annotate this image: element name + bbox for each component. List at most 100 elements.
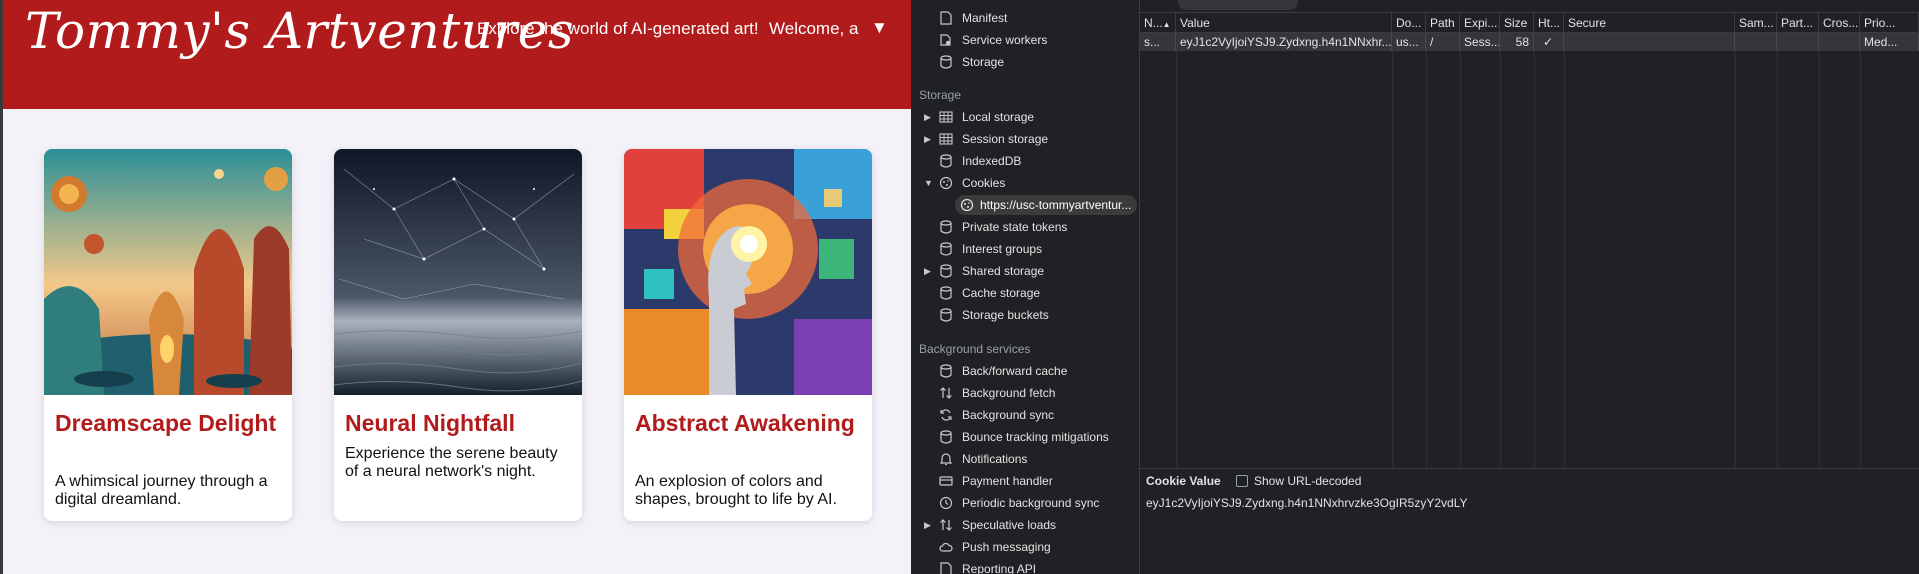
cookie-cell-domain[interactable]: us... <box>1392 33 1426 51</box>
updown-arrows-icon <box>938 385 954 401</box>
sidebar-item-label: Cookies <box>962 176 1006 190</box>
sidebar-item-speculative-loads[interactable]: ▶ Speculative loads <box>911 515 1139 535</box>
sidebar-item-label: Push messaging <box>962 540 1051 554</box>
card-description: A whimsical journey through a digital dr… <box>55 473 268 508</box>
sidebar-item-payment-handler[interactable]: Payment handler <box>911 471 1139 491</box>
column-header-path[interactable]: Path <box>1426 13 1460 33</box>
grid-icon <box>938 131 954 147</box>
sidebar-item-manifest[interactable]: Manifest <box>911 8 1139 28</box>
application-sidebar: Manifest Service workers Storage Storage… <box>911 0 1140 574</box>
column-divider <box>1534 51 1535 468</box>
sidebar-item-cache-storage[interactable]: Cache storage <box>911 283 1139 303</box>
column-divider <box>1819 51 1820 468</box>
column-divider <box>1500 51 1501 468</box>
show-url-decoded-checkbox[interactable] <box>1236 475 1248 487</box>
sidebar-item-reporting-api[interactable]: Reporting API <box>911 559 1139 574</box>
column-divider <box>1860 51 1861 468</box>
file-icon <box>938 561 954 574</box>
sidebar-item-label: Storage <box>962 55 1005 69</box>
cookies-toolbar <box>1140 0 1919 13</box>
sidebar-item-private-state-tokens[interactable]: Private state tokens <box>911 217 1139 237</box>
expand-arrow-icon[interactable]: ▶ <box>924 266 931 277</box>
column-header-name[interactable]: N...▲ <box>1140 13 1176 33</box>
sidebar-item-periodic-background-sync[interactable]: Periodic background sync <box>911 493 1139 513</box>
column-header-secure[interactable]: Secure <box>1564 13 1735 33</box>
cookie-cell-secure[interactable] <box>1564 33 1735 51</box>
column-divider <box>1392 51 1393 468</box>
database-icon <box>938 263 954 279</box>
column-header-domain[interactable]: Do... <box>1392 13 1426 33</box>
sidebar-item-label: Interest groups <box>962 242 1043 256</box>
card-title[interactable]: Neural Nightfall <box>345 409 575 437</box>
sidebar-item-label: Reporting API <box>962 562 1037 574</box>
user-menu-dropdown-icon[interactable]: ▼ <box>871 18 888 38</box>
sidebar-item-push-messaging[interactable]: Push messaging <box>911 537 1139 557</box>
expand-arrow-icon[interactable]: ▶ <box>924 112 931 123</box>
sidebar-item-bounce-tracking[interactable]: Bounce tracking mitigations <box>911 427 1139 447</box>
sidebar-item-shared-storage[interactable]: ▶ Shared storage <box>911 261 1139 281</box>
cookie-cell-value[interactable]: eyJ1c2VyIjoiYSJ9.Zydxng.h4n1NNxhr... <box>1176 33 1392 51</box>
cookie-value-text[interactable]: eyJ1c2VyIjoiYSJ9.Zydxng.h4n1NNxhrvzke3Og… <box>1146 496 1468 510</box>
expand-arrow-icon[interactable]: ▶ <box>924 134 931 145</box>
cloud-icon <box>938 539 954 555</box>
art-card-dreamscape[interactable]: Dreamscape Delight A whimsical journey t… <box>44 149 292 521</box>
cookies-main-panel: N...▲ Value Do... Path Expi... Size Ht..… <box>1140 0 1919 574</box>
sidebar-item-label: Payment handler <box>962 474 1053 488</box>
column-header-cross-site[interactable]: Cros... <box>1819 13 1860 33</box>
column-divider <box>1426 51 1427 468</box>
cookie-cell-path[interactable]: / <box>1426 33 1460 51</box>
cookie-cell-expires[interactable]: Sess... <box>1460 33 1500 51</box>
card-title[interactable]: Dreamscape Delight <box>55 409 285 437</box>
expand-arrow-icon[interactable]: ▶ <box>924 520 931 531</box>
column-divider <box>1460 51 1461 468</box>
column-header-expires[interactable]: Expi... <box>1460 13 1500 33</box>
sidebar-item-cookies[interactable]: ▼ Cookies <box>911 173 1139 193</box>
sidebar-item-session-storage[interactable]: ▶ Session storage <box>911 129 1139 149</box>
website-viewport: Tommy's Artventures Explore the world of… <box>0 0 911 574</box>
sidebar-item-label: Back/forward cache <box>962 364 1068 378</box>
neural-nightfall-image[interactable] <box>334 149 582 395</box>
show-url-decoded-label[interactable]: Show URL-decoded <box>1254 474 1361 488</box>
sidebar-item-cookie-origin[interactable]: https://usc-tommyartventur... <box>955 195 1137 215</box>
site-tagline: Explore the world of AI-generated art! <box>477 19 759 38</box>
art-card-abstract-awakening[interactable]: Abstract Awakening An explosion of color… <box>624 149 872 521</box>
column-header-httponly[interactable]: Ht... <box>1534 13 1564 33</box>
sidebar-item-label: Storage buckets <box>962 308 1049 322</box>
collapse-arrow-icon[interactable]: ▼ <box>924 178 933 188</box>
bell-icon <box>938 451 954 467</box>
sidebar-item-background-sync[interactable]: Background sync <box>911 405 1139 425</box>
column-header-value[interactable]: Value <box>1176 13 1392 33</box>
sidebar-item-service-workers[interactable]: Service workers <box>911 30 1139 50</box>
database-icon <box>938 307 954 323</box>
sidebar-item-label: Background fetch <box>962 386 1056 400</box>
art-card-neural-nightfall[interactable]: Neural Nightfall Experience the serene b… <box>334 149 582 521</box>
sidebar-item-indexeddb[interactable]: IndexedDB <box>911 151 1139 171</box>
cookie-cell-name[interactable]: s... <box>1140 33 1176 51</box>
cookie-cell-httponly[interactable]: ✓ <box>1534 33 1564 51</box>
abstract-awakening-image[interactable] <box>624 149 872 395</box>
cookie-cell-samesite[interactable] <box>1735 33 1777 51</box>
sidebar-item-background-fetch[interactable]: Background fetch <box>911 383 1139 403</box>
section-header-background-services: Background services <box>919 342 1031 356</box>
sidebar-item-label: Background sync <box>962 408 1055 422</box>
sidebar-item-back-forward-cache[interactable]: Back/forward cache <box>911 361 1139 381</box>
cookie-cell-cross-site[interactable] <box>1819 33 1860 51</box>
sidebar-item-storage-overview[interactable]: Storage <box>911 52 1139 72</box>
filter-input[interactable] <box>1178 0 1298 10</box>
sidebar-item-label: Shared storage <box>962 264 1045 278</box>
column-header-priority[interactable]: Prio... <box>1860 13 1919 33</box>
sidebar-item-interest-groups[interactable]: Interest groups <box>911 239 1139 259</box>
column-header-size[interactable]: Size <box>1500 13 1534 33</box>
card-title[interactable]: Abstract Awakening <box>635 409 865 437</box>
column-divider <box>1777 51 1778 468</box>
column-header-samesite[interactable]: Sam... <box>1735 13 1777 33</box>
sidebar-item-local-storage[interactable]: ▶ Local storage <box>911 107 1139 127</box>
sidebar-item-notifications[interactable]: Notifications <box>911 449 1139 469</box>
column-header-partition-key[interactable]: Part... <box>1777 13 1819 33</box>
sidebar-item-storage-buckets[interactable]: Storage buckets <box>911 305 1139 325</box>
cookie-cell-partition-key[interactable] <box>1777 33 1819 51</box>
cookie-cell-priority[interactable]: Med... <box>1860 33 1919 51</box>
column-header-label: N... <box>1144 16 1163 30</box>
dreamscape-image[interactable] <box>44 149 292 395</box>
cookie-cell-size[interactable]: 58 <box>1500 33 1534 51</box>
